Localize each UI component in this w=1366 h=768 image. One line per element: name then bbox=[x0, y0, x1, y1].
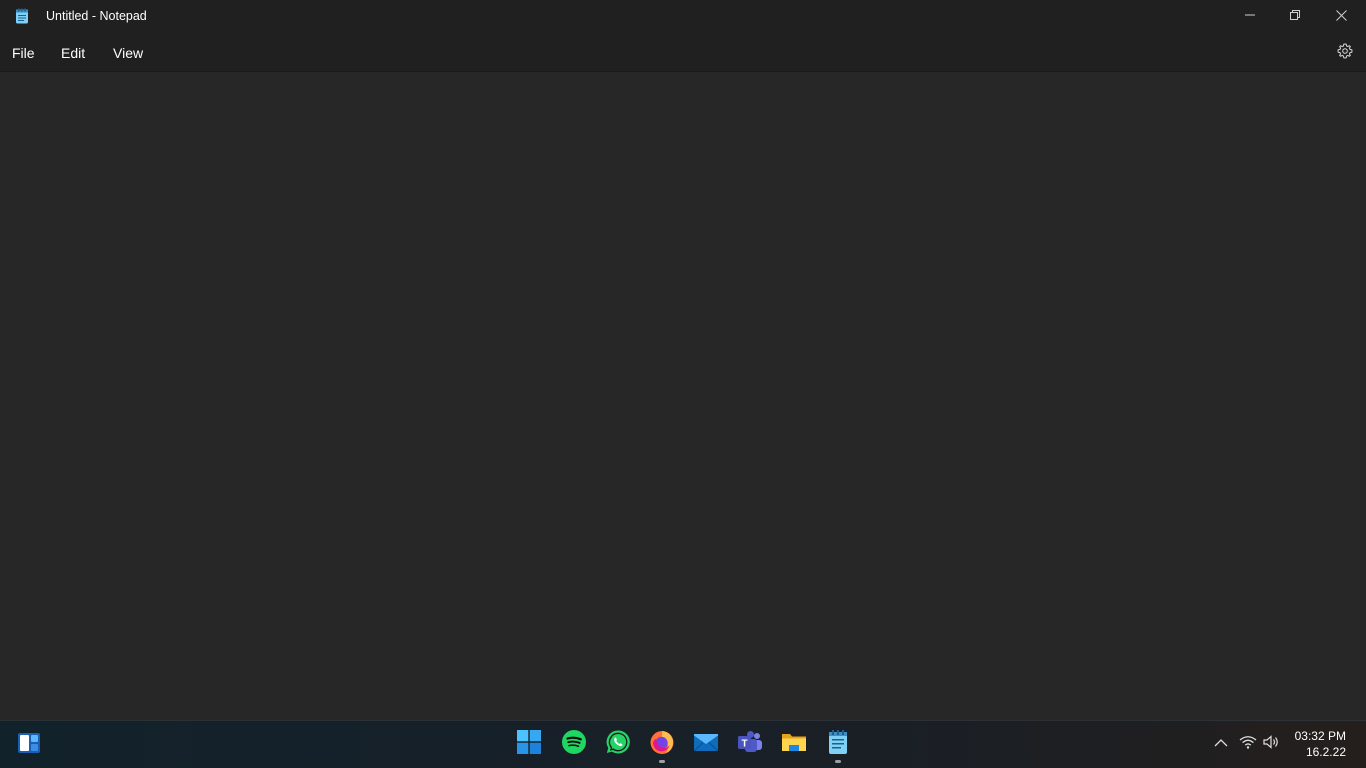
menu-view[interactable]: View bbox=[113, 44, 143, 62]
clock-time[interactable]: 03:32 PM bbox=[1295, 729, 1346, 744]
clock-date[interactable]: 16.2.22 bbox=[1306, 745, 1346, 760]
volume-icon bbox=[1263, 734, 1281, 754]
gear-icon bbox=[1337, 42, 1353, 64]
title-bar[interactable]: Untitled - Notepad bbox=[0, 0, 1366, 32]
menu-file[interactable]: File bbox=[12, 44, 35, 62]
taskbar-teams[interactable]: T bbox=[734, 728, 766, 760]
notepad-icon bbox=[827, 729, 849, 760]
notepad-running-indicator bbox=[835, 760, 841, 763]
text-editor[interactable] bbox=[0, 72, 1366, 720]
volume-button[interactable] bbox=[1262, 734, 1282, 754]
settings-button[interactable] bbox=[1334, 42, 1356, 64]
svg-text:T: T bbox=[741, 738, 747, 749]
minimize-icon bbox=[1245, 10, 1255, 20]
taskbar-spotify[interactable] bbox=[558, 728, 590, 760]
taskbar-file-explorer[interactable] bbox=[778, 728, 810, 760]
mail-icon bbox=[693, 731, 719, 758]
taskbar-firefox[interactable] bbox=[646, 728, 678, 760]
wifi-button[interactable] bbox=[1238, 734, 1258, 754]
minimize-button[interactable] bbox=[1227, 0, 1273, 30]
chevron-up-icon bbox=[1214, 735, 1228, 753]
widgets-button[interactable] bbox=[14, 731, 44, 759]
firefox-icon bbox=[649, 729, 675, 760]
taskbar-whatsapp[interactable] bbox=[602, 728, 634, 760]
taskbar-notepad[interactable] bbox=[822, 728, 854, 760]
wifi-icon bbox=[1239, 735, 1257, 754]
menu-edit[interactable]: Edit bbox=[61, 44, 85, 62]
firefox-running-indicator bbox=[659, 760, 665, 763]
windows-start-icon bbox=[517, 729, 541, 759]
whatsapp-icon bbox=[605, 729, 631, 760]
teams-icon: T bbox=[737, 730, 763, 759]
menu-bar: File Edit View bbox=[0, 32, 1366, 72]
folder-icon bbox=[781, 731, 807, 758]
restore-button[interactable] bbox=[1272, 0, 1318, 30]
close-button[interactable] bbox=[1318, 0, 1364, 30]
notepad-icon bbox=[14, 8, 30, 24]
close-icon bbox=[1335, 9, 1347, 21]
start-button[interactable] bbox=[513, 728, 545, 760]
notepad-window: Untitled - Notepad File Edit View bbox=[0, 0, 1366, 720]
taskbar-mail[interactable] bbox=[690, 728, 722, 760]
restore-icon bbox=[1290, 10, 1300, 20]
window-title: Untitled - Notepad bbox=[46, 9, 147, 23]
widgets-icon bbox=[17, 732, 41, 759]
spotify-icon bbox=[561, 729, 587, 760]
taskbar bbox=[0, 720, 1366, 768]
tray-overflow-button[interactable] bbox=[1211, 734, 1231, 754]
